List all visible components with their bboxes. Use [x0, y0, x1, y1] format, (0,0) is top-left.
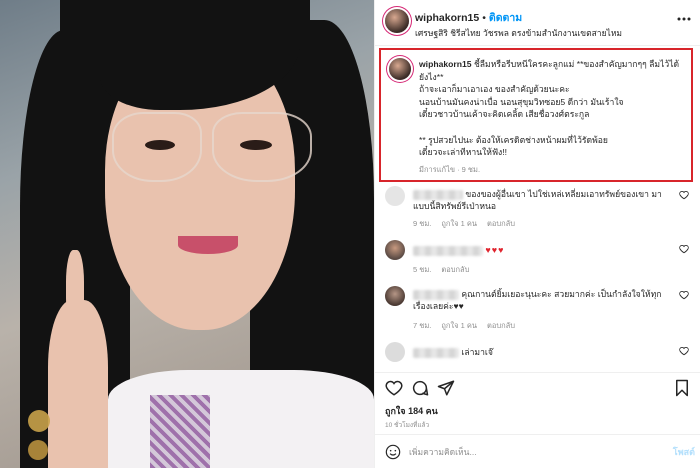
comment-icon[interactable]	[411, 379, 429, 397]
caption-meta: มีการแก้ไข · 9 ชม.	[419, 165, 481, 174]
comment-item: ♥♥♥ 5 ชม. ตอบกลับ	[385, 240, 691, 274]
caption-line: นอนบ้านมันคงน่าเบื่อ นอนสุขุมวิทซอย5 ดีก…	[419, 96, 624, 107]
caption-text: wiphakorn15 ชี้ลืมหรือรีบหนีใครคะลูกแม่ …	[419, 58, 687, 159]
reply-button[interactable]: ตอบกลับ	[487, 321, 515, 330]
comment-time: 7 ชม.	[413, 321, 432, 330]
comment-body: ♥♥♥	[413, 244, 675, 256]
post-location[interactable]: เศรษฐสิริ ชิรีสไทย วัชรพล ตรงข้ามสำนักงา…	[415, 26, 622, 40]
caption-username[interactable]: wiphakorn15	[419, 59, 472, 69]
post-side-panel: wiphakorn15 • ติดตาม เศรษฐสิริ ชิรีสไทย วั…	[374, 0, 700, 468]
post-photo[interactable]	[0, 0, 374, 468]
action-bar	[375, 372, 700, 400]
comment-body: ของของผู้อื่นเขา ไปใช่เหล่เหลี่ยมเอาทรัพ…	[413, 188, 675, 212]
caption-line	[419, 121, 687, 134]
share-icon[interactable]	[437, 379, 455, 397]
comment-body: คุณกานต์ยิ้มเยอะนุนะคะ สวยมากค่ะ เป็นกำล…	[413, 288, 675, 312]
comment-like-icon[interactable]	[679, 244, 689, 254]
comment-likes[interactable]: ถูกใจ 1 คน	[441, 219, 477, 228]
blurred-username	[413, 245, 483, 256]
caption-avatar[interactable]	[389, 58, 411, 80]
post-date: 10 ชั่วโมงที่แล้ว	[385, 422, 430, 429]
caption-line: ชี้ลืมหรือรีบหนีใครคะลูกแม่ **ของสำคัญมา…	[473, 59, 680, 69]
comment-like-icon[interactable]	[679, 290, 689, 300]
comment-item: เล่ามาเจ๊	[385, 342, 691, 368]
comment-like-icon[interactable]	[679, 346, 689, 356]
caption-line: ถ้าจะเอาก็มาเอาเอง ของสำคัญด้วยนะคะ	[419, 84, 570, 95]
comment-avatar[interactable]	[385, 240, 405, 260]
author-avatar[interactable]	[385, 9, 409, 33]
caption-line: ยังไง**	[419, 71, 444, 82]
comment-meta: 7 ชม. ถูกใจ 1 คน ตอบกลับ	[413, 320, 525, 332]
heart-icon[interactable]	[385, 379, 403, 397]
post-comment-button[interactable]: โพสต์	[673, 445, 695, 459]
caption-highlight: wiphakorn15 ชี้ลืมหรือรีบหนีใครคะลูกแม่ …	[379, 48, 693, 182]
comment-meta: 9 ชม. ถูกใจ 1 คน ตอบกลับ	[413, 218, 525, 230]
blurred-username	[413, 189, 463, 200]
comment-like-icon[interactable]	[679, 190, 689, 200]
comment-avatar[interactable]	[385, 286, 405, 306]
comment-composer: โพสต์	[375, 434, 700, 468]
separator-dot: •	[482, 12, 486, 24]
comment-body: เล่ามาเจ๊	[413, 346, 675, 358]
comment-item: คุณกานต์ยิ้มเยอะนุนะคะ สวยมากค่ะ เป็นกำล…	[385, 286, 691, 332]
post-header: wiphakorn15 • ติดตาม เศรษฐสิริ ชิรีสไทย วั…	[375, 0, 700, 46]
reply-button[interactable]: ตอบกลับ	[487, 219, 515, 228]
comment-item: ของของผู้อื่นเขา ไปใช่เหล่เหลี่ยมเอาทรัพ…	[385, 186, 691, 230]
caption-line: ** รูปสวยไปนะ ต้องให้เครดิตช่างหน้าผมที่…	[419, 134, 608, 145]
blurred-username	[413, 289, 459, 300]
caption-line: เดี๋ยวชาวบ้านเค้าจะคิดเคลิ้ด เสียชื่อวงศ…	[419, 109, 590, 120]
comment-time: 5 ชม.	[413, 265, 432, 274]
reply-button[interactable]: ตอบกลับ	[441, 265, 469, 274]
follow-button[interactable]: ติดตาม	[489, 12, 522, 24]
comment-likes[interactable]: ถูกใจ 1 คน	[441, 321, 477, 330]
comment-avatar[interactable]	[385, 342, 405, 362]
comment-input[interactable]	[409, 444, 639, 460]
comment-avatar[interactable]	[385, 186, 405, 206]
comment-meta: 5 ชม. ตอบกลับ	[413, 264, 479, 276]
comment-time: 9 ชม.	[413, 219, 432, 228]
likes-count[interactable]: ถูกใจ 184 คน	[385, 404, 438, 418]
author-username[interactable]: wiphakorn15	[415, 12, 479, 24]
more-icon[interactable]	[677, 17, 691, 21]
bookmark-icon[interactable]	[673, 379, 691, 397]
comment-text: ♥♥♥	[485, 245, 505, 255]
comment-text: เล่ามาเจ๊	[461, 347, 493, 357]
caption-line: เดี๋ยวจะเล่าทีหานให้ฟัง!!	[419, 147, 508, 158]
blurred-username	[413, 347, 459, 358]
emoji-icon[interactable]	[385, 444, 401, 460]
author-line: wiphakorn15 • ติดตาม	[415, 9, 522, 26]
